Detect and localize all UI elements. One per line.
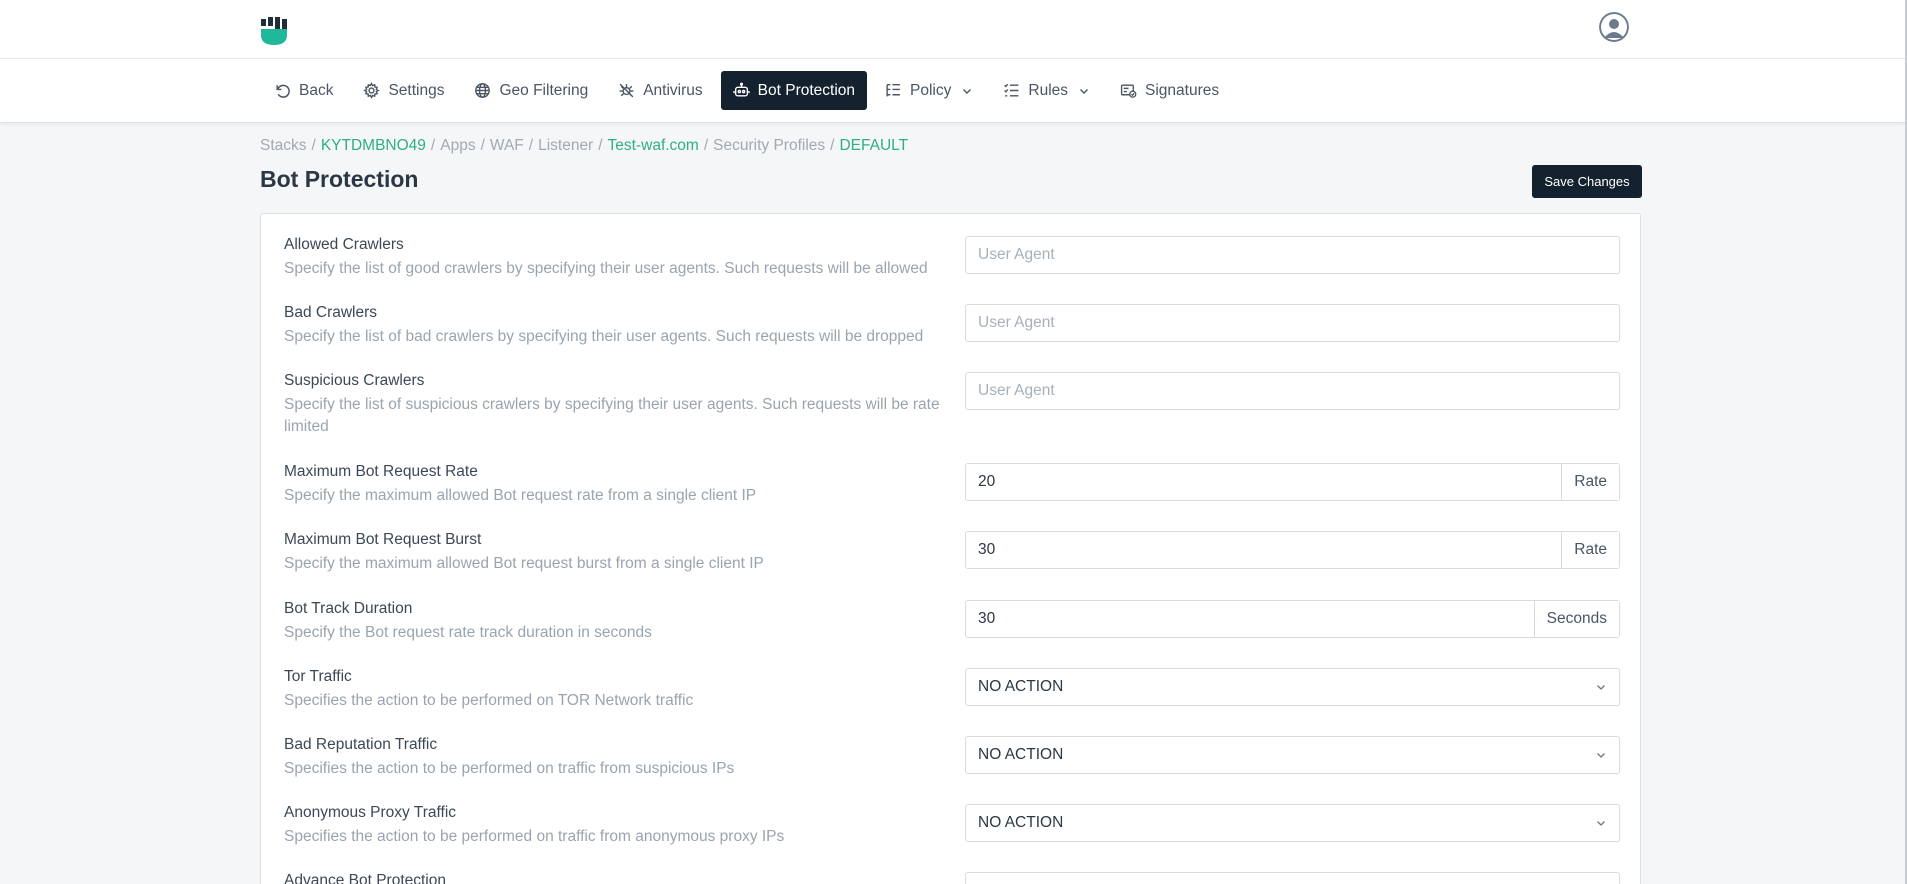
antivirus-icon xyxy=(619,83,634,98)
tor-traffic-desc: Specifies the action to be performed on … xyxy=(284,692,694,709)
track-duration-unit: Seconds xyxy=(1533,601,1619,637)
max-rate-input[interactable] xyxy=(966,464,1562,500)
breadcrumb-separator: / xyxy=(311,137,316,154)
max-burst-unit: Rate xyxy=(1561,532,1619,568)
rules-icon xyxy=(1004,83,1019,97)
breadcrumb-stacks[interactable]: Stacks xyxy=(260,137,307,155)
breadcrumb-listener[interactable]: Listener xyxy=(538,137,593,155)
bad-crawlers-desc: Specify the list of bad crawlers by spec… xyxy=(284,328,924,345)
breadcrumb-separator: / xyxy=(480,137,485,154)
signatures-icon xyxy=(1120,84,1137,98)
tor-traffic-value: NO ACTION xyxy=(978,678,1064,695)
allowed-crawlers-field xyxy=(965,236,1620,274)
anonymous-proxy-desc: Specifies the action to be performed on … xyxy=(284,828,785,845)
breadcrumb-security-profiles[interactable]: Security Profiles xyxy=(713,137,825,155)
anonymous-proxy-select[interactable]: NO ACTION xyxy=(965,804,1620,842)
nav-rules[interactable]: Rules xyxy=(991,71,1102,110)
nav-policy-label: Policy xyxy=(910,81,952,99)
breadcrumb-waf[interactable]: WAF xyxy=(490,137,524,155)
nav-settings[interactable]: Settings xyxy=(351,71,456,110)
nav-policy[interactable]: Policy xyxy=(873,71,985,110)
nav-back-label: Back xyxy=(299,81,334,99)
bot-protection-form: Allowed Crawlers Specify the list of goo… xyxy=(260,213,1641,884)
max-burst-input[interactable] xyxy=(966,532,1562,568)
back-icon xyxy=(276,84,290,98)
breadcrumb-profile-name[interactable]: DEFAULT xyxy=(839,137,908,155)
chevron-down-icon xyxy=(1597,685,1605,690)
track-duration-desc: Specify the Bot request rate track durat… xyxy=(284,624,652,641)
bad-crawlers-field xyxy=(965,304,1620,342)
advance-bot-field[interactable] xyxy=(965,872,1620,884)
policy-icon xyxy=(886,83,900,97)
max-rate-unit: Rate xyxy=(1561,464,1619,500)
user-avatar-icon[interactable] xyxy=(1599,12,1629,42)
breadcrumb-separator: / xyxy=(598,137,603,154)
suspicious-crawlers-field xyxy=(965,372,1620,410)
nav-signatures-label: Signatures xyxy=(1145,81,1220,99)
anonymous-proxy-value: NO ACTION xyxy=(978,814,1064,831)
nav-back[interactable]: Back xyxy=(262,71,345,110)
allowed-crawlers-input[interactable] xyxy=(966,237,1619,273)
max-burst-desc: Specify the maximum allowed Bot request … xyxy=(284,555,764,572)
top-bar xyxy=(0,0,1905,59)
bad-reputation-select[interactable]: NO ACTION xyxy=(965,736,1620,774)
nav-antivirus-label: Antivirus xyxy=(643,81,703,99)
allowed-crawlers-desc: Specify the list of good crawlers by spe… xyxy=(284,260,928,277)
bad-reputation-desc: Specifies the action to be performed on … xyxy=(284,760,735,777)
breadcrumb-stack-id[interactable]: KYTDMBNO49 xyxy=(321,137,426,155)
chevron-down-icon xyxy=(1080,88,1089,94)
breadcrumb: Stacks / KYTDMBNO49/ Apps / WAF / Listener /… xyxy=(260,137,908,155)
security-profile-nav: Back Settings Geo Filtering Antivirus Bo… xyxy=(0,59,1905,123)
breadcrumb-separator: / xyxy=(528,137,534,154)
breadcrumb-separator: / xyxy=(830,137,835,154)
breadcrumb-separator: / xyxy=(430,137,436,154)
gear-icon xyxy=(363,82,381,99)
breadcrumb-apps[interactable]: Apps xyxy=(440,137,475,155)
max-rate-desc: Specify the maximum allowed Bot request … xyxy=(284,487,757,504)
nav-bot-protection-label: Bot Protection xyxy=(757,81,856,99)
suspicious-crawlers-input[interactable] xyxy=(966,373,1619,409)
nav-geo-filtering[interactable]: Geo Filtering xyxy=(462,71,600,110)
nav-bot-protection[interactable]: Bot Protection xyxy=(720,71,868,110)
track-duration-field: Seconds xyxy=(965,600,1620,638)
nav-antivirus[interactable]: Antivirus xyxy=(606,71,714,110)
nav-signatures[interactable]: Signatures xyxy=(1108,71,1231,110)
breadcrumb-listener-name[interactable]: Test-waf.com xyxy=(608,137,699,155)
track-duration-input[interactable] xyxy=(966,601,1534,637)
bad-crawlers-input[interactable] xyxy=(966,305,1619,341)
tor-traffic-select[interactable]: NO ACTION xyxy=(965,668,1620,706)
bad-reputation-value: NO ACTION xyxy=(978,746,1064,763)
chevron-down-icon xyxy=(1597,821,1605,826)
nav-settings-label: Settings xyxy=(388,81,445,99)
chevron-down-icon xyxy=(963,88,972,94)
max-burst-field: Rate xyxy=(965,531,1620,569)
brand-logo-icon[interactable] xyxy=(260,16,288,46)
globe-icon xyxy=(475,83,491,98)
save-changes-button[interactable]: Save Changes xyxy=(1532,165,1642,198)
breadcrumb-separator: / xyxy=(703,137,709,154)
chevron-down-icon xyxy=(1597,753,1605,758)
nav-geo-filtering-label: Geo Filtering xyxy=(499,81,589,99)
max-rate-field: Rate xyxy=(965,463,1620,501)
nav-rules-label: Rules xyxy=(1028,81,1069,99)
suspicious-crawlers-desc: Specify the list of suspicious crawlers … xyxy=(284,396,940,435)
page-title: Bot Protection xyxy=(260,166,419,192)
robot-icon xyxy=(733,82,750,97)
